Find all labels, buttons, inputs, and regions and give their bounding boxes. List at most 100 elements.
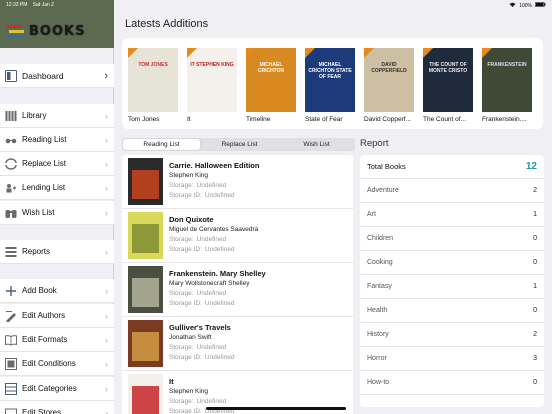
chevron-right-icon: › xyxy=(105,182,108,193)
sidebar-item-label: Library xyxy=(22,111,47,120)
latest-book[interactable]: FRANKENSTEIN Frankenstein.... xyxy=(482,48,532,123)
sidebar-item-reading-list[interactable]: Reading List › xyxy=(0,128,114,152)
report-row: Cooking 0 xyxy=(360,251,544,275)
thumbnail-art xyxy=(132,386,159,414)
lending-icon xyxy=(5,182,17,194)
home-indicator[interactable] xyxy=(206,407,346,410)
report-row: Total Books 12 xyxy=(360,155,544,179)
report-title: Report xyxy=(360,138,389,149)
book-caption: Frankenstein.... xyxy=(482,116,527,123)
cover-title: IT STEPHEN KING xyxy=(190,62,234,68)
author-icon xyxy=(5,310,17,322)
sidebar-item-add-book[interactable]: Add Book › xyxy=(0,279,114,303)
book-title: Don Quixote xyxy=(169,215,214,224)
book-caption: Tom Jones xyxy=(128,116,160,123)
cover-title: THE COUNT OF MONTE CRISTO xyxy=(428,62,468,74)
chevron-right-icon: › xyxy=(105,383,108,394)
chevron-right-icon: › xyxy=(105,207,108,218)
new-corner-badge xyxy=(128,48,138,58)
storage-id-value: Undefined xyxy=(204,354,235,361)
latest-book[interactable]: MICHAEL CRICHTON STATE OF FEAR State of F… xyxy=(305,48,355,123)
latest-book[interactable]: MICHAEL CRICHTON Timeline xyxy=(246,48,296,123)
binoculars-icon xyxy=(5,207,17,219)
sidebar-item-label: Reports xyxy=(22,247,51,256)
sidebar-item-dashboard[interactable]: Dashboard › xyxy=(0,64,114,88)
storage-label: Storage: xyxy=(169,236,194,243)
sidebar-item-library[interactable]: Library › xyxy=(0,104,114,128)
report-row: Children 0 xyxy=(360,227,544,251)
report-label: Adventure xyxy=(367,187,399,194)
wifi-icon xyxy=(509,2,516,9)
sidebar-item-label: Edit Conditions xyxy=(22,359,76,368)
new-corner-badge xyxy=(482,48,492,58)
latest-additions-title: Latests Additions xyxy=(125,18,209,30)
storage-value: Undefined xyxy=(196,290,227,297)
latest-additions-carousel[interactable]: TOM JONES Tom Jones IT STEPHEN KING It MICHA… xyxy=(122,38,543,129)
report-value: 0 xyxy=(533,307,537,314)
sidebar-item-edit-formats[interactable]: Edit Formats › xyxy=(0,328,114,352)
storage-value: Undefined xyxy=(196,398,227,405)
report-row: Fantasy 1 xyxy=(360,275,544,299)
status-time: 12:33 PM xyxy=(6,2,28,8)
book-cover: TOM JONES xyxy=(128,48,178,112)
latest-book[interactable]: DAVID COPPERFIELD David Copperf... xyxy=(364,48,414,123)
new-corner-badge xyxy=(187,48,197,58)
reading-list[interactable]: Carrie. Halloween Edition Stephen King Sto… xyxy=(122,155,353,414)
report-label: Horror xyxy=(367,355,387,362)
sidebar-item-label: Replace List xyxy=(22,159,67,168)
app-logo: BOOKS xyxy=(6,24,85,39)
storage-id-value: Undefined xyxy=(204,192,235,199)
sidebar-item-lending-list[interactable]: Lending List › xyxy=(0,176,114,200)
list-item[interactable]: Don Quixote Miguel de Cervantes Saavedra S… xyxy=(122,209,353,263)
plus-icon xyxy=(5,285,17,297)
storage-id-label: Storage ID: xyxy=(169,408,202,414)
latest-book[interactable]: IT STEPHEN KING It xyxy=(187,48,237,123)
book-cover: THE COUNT OF MONTE CRISTO xyxy=(423,48,473,112)
sidebar-item-label: Add Book xyxy=(22,286,57,295)
logo-mark-icon xyxy=(6,24,26,39)
latest-book[interactable]: TOM JONES Tom Jones xyxy=(128,48,178,123)
book-cover: MICHAEL CRICHTON STATE OF FEAR xyxy=(305,48,355,112)
sidebar-item-wish-list[interactable]: Wish List › xyxy=(0,201,114,225)
report-row: Art 1 xyxy=(360,203,544,227)
chevron-right-icon: › xyxy=(105,358,108,369)
new-corner-badge xyxy=(423,48,433,58)
chevron-right-icon: › xyxy=(105,110,108,121)
battery-percent: 100% xyxy=(519,2,532,9)
list-item[interactable]: Carrie. Halloween Edition Stephen King Sto… xyxy=(122,155,353,209)
sidebar-item-label: Edit Stores xyxy=(22,408,62,414)
report-value: 0 xyxy=(533,379,537,386)
book-cover: FRANKENSTEIN xyxy=(482,48,532,112)
report-label: Cooking xyxy=(367,259,393,266)
sidebar-item-edit-authors[interactable]: Edit Authors › xyxy=(0,304,114,328)
chevron-right-icon: › xyxy=(105,134,108,145)
list-item[interactable]: Frankenstein. Mary Shelley Mary Wollstone… xyxy=(122,263,353,317)
sidebar-item-edit-categories[interactable]: Edit Categories › xyxy=(0,377,114,401)
report-label: Health xyxy=(367,307,388,314)
storage-label: Storage: xyxy=(169,398,194,405)
book-title: Carrie. Halloween Edition xyxy=(169,161,260,170)
sidebar-item-edit-stores[interactable]: Edit Stores › xyxy=(0,401,114,414)
chevron-right-icon: › xyxy=(105,334,108,345)
report-row: Horror 3 xyxy=(360,347,544,371)
report-value: 0 xyxy=(533,259,537,266)
report-label: Total Books xyxy=(367,162,406,171)
storage-line: Storage: Undefined xyxy=(169,236,226,243)
report-value: 1 xyxy=(533,283,537,290)
sidebar-item-edit-conditions[interactable]: Edit Conditions › xyxy=(0,352,114,376)
storage-id-label: Storage ID: xyxy=(169,246,202,253)
sidebar-item-reports[interactable]: Reports › xyxy=(0,240,114,264)
sidebar-item-label: Lending List xyxy=(22,183,66,192)
book-author: Mary Wollstonecraft Shelley xyxy=(169,280,250,287)
tab-replace-list[interactable]: Replace List xyxy=(201,138,278,151)
sidebar-item-replace-list[interactable]: Replace List › xyxy=(0,152,114,176)
new-corner-badge xyxy=(364,48,374,58)
cover-title: TOM JONES xyxy=(138,62,168,68)
book-thumbnail xyxy=(128,212,163,259)
storage-label: Storage: xyxy=(169,344,194,351)
book-cover: DAVID COPPERFIELD xyxy=(364,48,414,112)
latest-book[interactable]: THE COUNT OF MONTE CRISTO The Count of... xyxy=(423,48,473,123)
tab-wish-list[interactable]: Wish List xyxy=(278,138,355,151)
tab-reading-list[interactable]: Reading List xyxy=(123,139,200,150)
list-item[interactable]: Gulliver's Travels Jonathan Swift Storage:… xyxy=(122,317,353,371)
